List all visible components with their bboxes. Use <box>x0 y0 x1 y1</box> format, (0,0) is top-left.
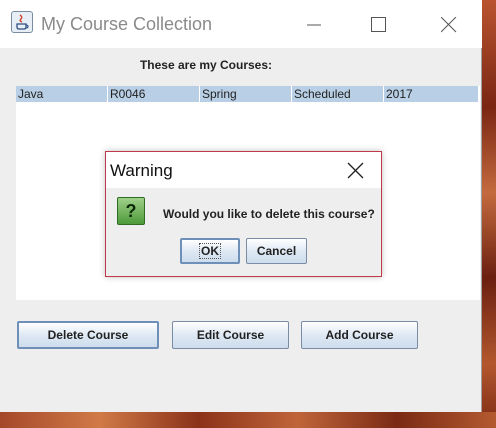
ok-button[interactable]: OK <box>180 238 240 264</box>
table-row[interactable]: Java R0046 Spring Scheduled 2017 <box>16 86 478 102</box>
delete-course-button[interactable]: Delete Course <box>17 321 159 349</box>
window-titlebar[interactable]: My Course Collection <box>0 0 482 48</box>
courses-heading: These are my Courses: <box>139 58 273 72</box>
maximize-button[interactable] <box>344 0 414 48</box>
minimize-icon <box>307 24 321 26</box>
minimize-button[interactable] <box>280 0 350 48</box>
desktop-wallpaper-bottom <box>0 412 496 428</box>
dialog-title: Warning <box>110 161 173 180</box>
question-icon: ? <box>117 197 145 225</box>
java-app-icon <box>11 11 33 33</box>
desktop-wallpaper <box>482 0 496 428</box>
maximize-icon <box>371 17 386 32</box>
cell-course-term: Spring <box>200 86 292 102</box>
edit-course-button[interactable]: Edit Course <box>172 321 289 349</box>
dialog-close-button[interactable] <box>346 161 366 186</box>
cell-course-code: R0046 <box>108 86 200 102</box>
add-course-button[interactable]: Add Course <box>301 321 418 349</box>
ok-button-label: OK <box>199 243 221 259</box>
cancel-button[interactable]: Cancel <box>246 238 307 264</box>
warning-dialog: Warning ? Would you like to delete this … <box>105 151 382 277</box>
cell-course-year: 2017 <box>386 87 413 101</box>
cell-course-name: Java <box>16 86 108 102</box>
close-icon <box>441 17 457 33</box>
window-title: My Course Collection <box>41 14 213 34</box>
close-button[interactable] <box>414 0 484 48</box>
dialog-titlebar[interactable]: Warning <box>106 152 381 188</box>
dialog-message: Would you like to delete this course? <box>163 207 375 221</box>
cell-course-status: Scheduled <box>292 86 384 102</box>
close-icon <box>347 162 364 179</box>
